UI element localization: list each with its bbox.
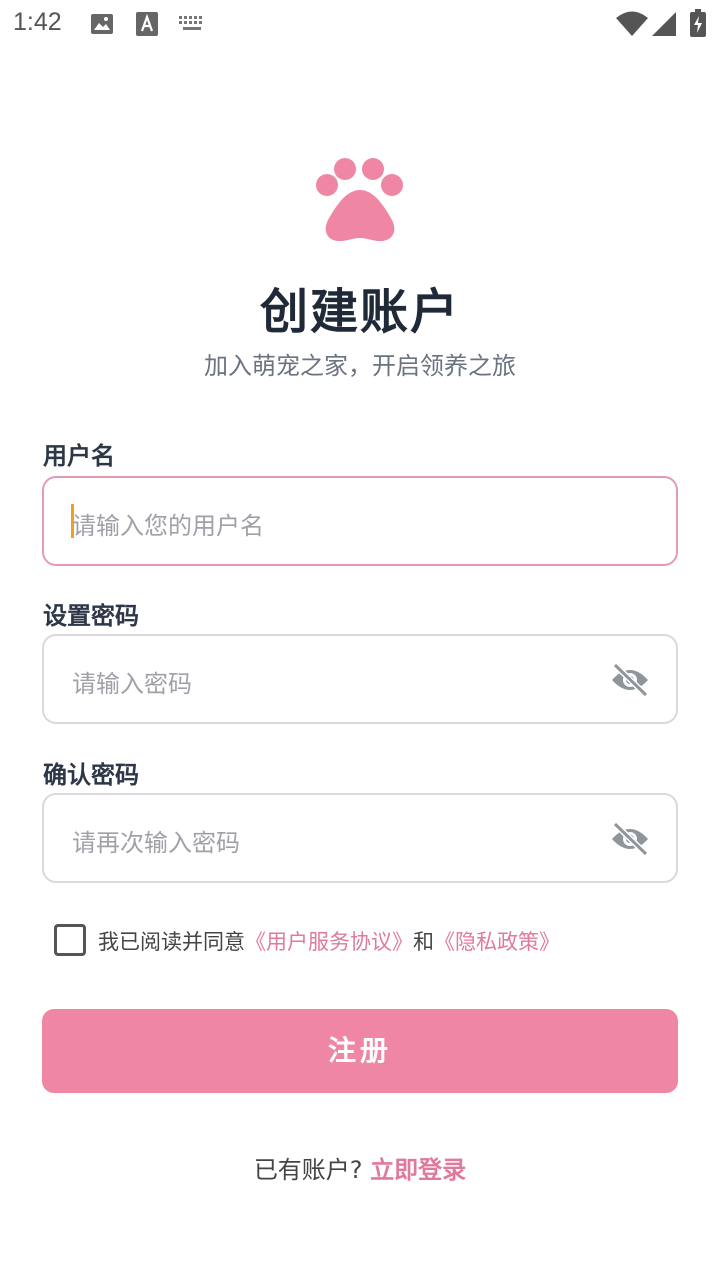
page-title: 创建账户 [259,284,460,340]
password-label: 设置密码 [43,602,139,630]
agreement-prefix: 我已阅读并同意 [98,930,245,954]
confirm-password-label: 确认密码 [43,761,139,789]
eye-off-icon[interactable] [610,821,650,857]
image-icon [90,12,114,36]
status-time: 1:42 [13,8,62,36]
login-prompt: 已有账户? 立即登录 [0,1150,720,1185]
agreement-checkbox[interactable] [54,924,86,956]
confirm-password-placeholder: 请再次输入密码 [72,829,240,857]
terms-link[interactable]: 《用户服务协议》 [245,930,413,954]
agreement-text: 我已阅读并同意《用户服务协议》和《隐私政策》 [98,926,560,956]
text-a-icon [136,12,158,36]
username-label: 用户名 [43,442,115,470]
eye-off-icon[interactable] [610,662,650,698]
paw-icon [310,152,410,244]
keyboard-icon [178,15,206,33]
password-input[interactable]: 请输入密码 [42,634,678,724]
password-placeholder: 请输入密码 [72,670,192,698]
battery-charging-icon [690,9,706,37]
agreement-conjunction: 和 [413,930,434,954]
page-subtitle: 加入萌宠之家，开启领养之旅 [204,352,516,380]
privacy-link[interactable]: 《隐私政策》 [434,930,560,954]
login-prompt-text: 已有账户? [253,1156,371,1184]
signal-icon [652,12,676,36]
login-link[interactable]: 立即登录 [370,1156,466,1184]
username-input[interactable]: 请输入您的用户名 [42,476,678,566]
wifi-icon [616,11,648,37]
username-placeholder: 请输入您的用户名 [72,512,264,540]
status-bar: 1:42 [0,0,720,50]
confirm-password-input[interactable]: 请再次输入密码 [42,793,678,883]
register-button[interactable]: 注册 [42,1009,678,1093]
